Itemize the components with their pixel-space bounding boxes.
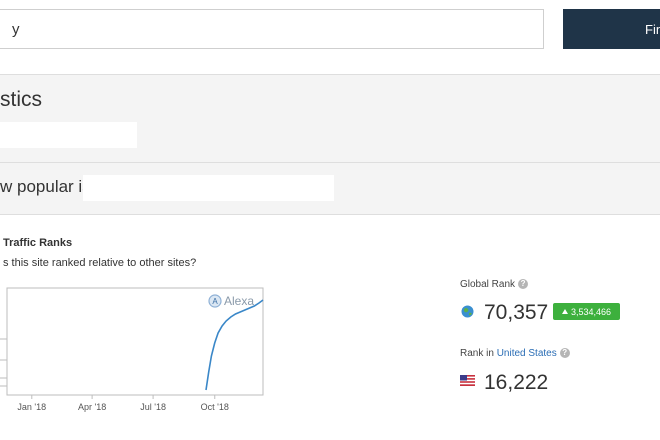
global-rank-value: 70,357	[484, 301, 549, 324]
alexa-watermark: Alexa	[224, 294, 254, 308]
global-rank-delta-badge: 3,534,466	[553, 303, 620, 320]
country-rank-value: 16,222	[484, 371, 549, 394]
x-tick-label: Jan '18	[17, 402, 46, 412]
x-axis: Jan '18 Apr '18 Jul '18 Oct '18	[17, 395, 229, 412]
country-link[interactable]: United States	[497, 348, 557, 359]
global-rank-label: Global Rank	[460, 279, 516, 290]
alexa-logo: A Alexa	[208, 294, 254, 308]
traffic-ranks-heading: Traffic Ranks	[3, 237, 73, 249]
traffic-rank-chart: A Alexa Jan '18 Apr '18 Jul '18 Oct '18	[0, 287, 264, 412]
x-tick-label: Apr '18	[78, 402, 106, 412]
country-rank-label-row: Rank in United States?	[460, 348, 570, 359]
country-rank-prefix: Rank in	[460, 348, 494, 359]
popularity-heading: w popular is	[0, 177, 91, 196]
question-icon[interactable]: ?	[559, 348, 570, 359]
question-icon[interactable]: ?	[518, 279, 529, 290]
global-rank-delta: 3,534,466	[570, 306, 612, 317]
x-tick-label: Jul '18	[140, 402, 166, 412]
x-tick-label: Oct '18	[201, 402, 229, 412]
page-title: stics	[0, 88, 42, 111]
redacted-site-name	[0, 122, 137, 148]
traffic-ranks-question: s this site ranked relative to other sit…	[3, 257, 197, 269]
alexa-logo-mark: A	[212, 297, 218, 306]
site-header-band: stics w popular is	[0, 74, 660, 215]
us-flag-icon	[460, 375, 475, 386]
header-divider	[0, 162, 660, 163]
search-input[interactable]	[0, 9, 544, 49]
find-button[interactable]: Fin	[563, 9, 660, 49]
global-rank-label-row: Global Rank?	[460, 279, 529, 290]
redacted-site-domain	[83, 175, 334, 201]
arrow-up-icon	[561, 309, 568, 314]
y-tick-marks	[0, 338, 7, 387]
globe-icon	[461, 305, 474, 318]
